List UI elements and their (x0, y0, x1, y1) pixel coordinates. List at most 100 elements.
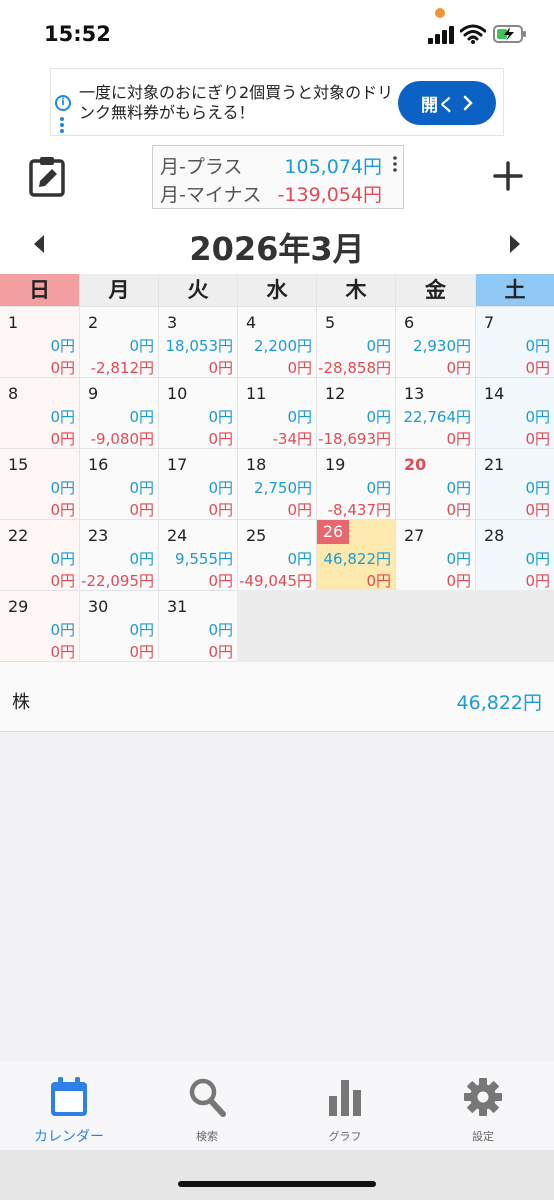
day-cell[interactable]: 15 0円 0円 (0, 449, 79, 519)
day-cell[interactable]: 10 0円 0円 (159, 378, 237, 448)
day-cell[interactable]: 17 0円 0円 (159, 449, 237, 519)
day-minus-value: -9,080円 (90, 430, 154, 448)
day-plus-value: 0円 (446, 479, 471, 497)
day-cell[interactable]: 4 2,200円 0円 (238, 307, 316, 377)
day-plus-value: 0円 (208, 408, 233, 426)
day-cell[interactable]: 30 0円 0円 (80, 591, 158, 661)
day-number: 28 (484, 526, 505, 545)
day-cell[interactable]: 14 0円 0円 (476, 378, 554, 448)
plus-icon[interactable] (492, 160, 524, 192)
day-cell[interactable]: 3 18,053円 0円 (159, 307, 237, 377)
day-plus-value: 9,555円 (175, 550, 233, 568)
month-title: 2026年3月 (189, 230, 365, 268)
summary-minus-label: 月-マイナス (160, 184, 262, 206)
day-number: 27 (404, 526, 425, 545)
day-cell[interactable]: 18 2,750円 0円 (238, 449, 316, 519)
weekday-header: 土 (476, 274, 554, 306)
day-plus-value: 0円 (366, 337, 391, 355)
summary-minus-value: -139,054円 (277, 184, 382, 206)
day-minus-value: 0円 (446, 430, 471, 448)
battery-charging-icon (493, 25, 526, 43)
day-minus-value: 0円 (50, 643, 75, 661)
day-plus-value: 0円 (50, 479, 75, 497)
day-number: 11 (246, 384, 267, 403)
day-minus-value: 0円 (208, 430, 233, 448)
day-minus-value: 0円 (50, 501, 75, 519)
day-cell[interactable]: 9 0円 -9,080円 (80, 378, 158, 448)
clipboard-edit-icon[interactable] (28, 155, 66, 197)
day-number: 5 (325, 313, 336, 332)
detail-list-item[interactable]: 株 46,822円 (0, 662, 554, 732)
detail-value: 46,822円 (456, 692, 542, 714)
day-cell[interactable]: 19 0円 -8,437円 (317, 449, 395, 519)
day-cell[interactable]: 29 0円 0円 (0, 591, 79, 661)
tab-calendar[interactable]: カレンダー (0, 1062, 138, 1150)
day-minus-value: 0円 (525, 430, 550, 448)
more-vertical-icon[interactable] (60, 117, 64, 133)
ad-open-button[interactable]: 開く (398, 81, 496, 125)
day-cell[interactable]: 8 0円 0円 (0, 378, 79, 448)
day-cell[interactable]: 21 0円 0円 (476, 449, 554, 519)
day-plus-value: 46,822円 (323, 550, 392, 568)
day-cell[interactable]: 28 0円 0円 (476, 520, 554, 590)
tab-settings[interactable]: 設定 (414, 1062, 552, 1150)
day-cell[interactable]: 2 0円 -2,812円 (80, 307, 158, 377)
day-minus-value: 0円 (129, 501, 154, 519)
day-cell[interactable]: 11 0円 -34円 (238, 378, 316, 448)
day-minus-value: 0円 (287, 359, 312, 377)
day-number: 23 (88, 526, 109, 545)
summary-minus-row: 月-マイナス -139,054円 (160, 180, 396, 208)
day-cell[interactable]: 26 46,822円 0円 (317, 520, 395, 590)
summary-plus-row: 月-プラス 105,074円 (160, 152, 396, 180)
day-cell[interactable]: 1 0円 0円 (0, 307, 79, 377)
status-time: 15:52 (44, 22, 111, 46)
day-minus-value: -49,045円 (239, 572, 312, 590)
day-cell[interactable]: 25 0円 -49,045円 (238, 520, 316, 590)
day-plus-value: 0円 (446, 550, 471, 568)
day-cell[interactable]: 12 0円 -18,693円 (317, 378, 395, 448)
day-number: 21 (484, 455, 505, 474)
home-indicator[interactable] (178, 1181, 376, 1187)
tab-label: 設定 (472, 1130, 494, 1143)
day-cell[interactable]: 20 0円 0円 (396, 449, 475, 519)
day-plus-value: 0円 (50, 621, 75, 639)
info-icon[interactable]: i (55, 95, 71, 111)
day-minus-value: -8,437円 (327, 501, 391, 519)
day-minus-value: 0円 (208, 643, 233, 661)
day-number: 19 (325, 455, 346, 474)
day-minus-value: 0円 (50, 572, 75, 590)
weekday-header: 金 (396, 274, 475, 306)
home-indicator-area (0, 1150, 554, 1200)
day-cell[interactable]: 5 0円 -28,858円 (317, 307, 395, 377)
chevron-right-icon (463, 95, 473, 111)
calendar-grid: 日月火水木金土 1 0円 0円 2 0円 -2,812円 3 18,053円 0円 4 2,200円 0… (0, 274, 554, 662)
day-plus-value: 2,750円 (254, 479, 312, 497)
day-plus-value: 0円 (525, 479, 550, 497)
tab-graph[interactable]: グラフ (276, 1062, 414, 1150)
day-cell[interactable]: 6 2,930円 0円 (396, 307, 475, 377)
day-cell[interactable]: 23 0円 -22,095円 (80, 520, 158, 590)
day-cell[interactable]: 24 9,555円 0円 (159, 520, 237, 590)
day-number: 1 (8, 313, 19, 332)
recording-dot-icon (435, 8, 445, 18)
more-vertical-icon[interactable] (393, 156, 397, 172)
day-cell[interactable]: 22 0円 0円 (0, 520, 79, 590)
monthly-summary[interactable]: 月-プラス 105,074円 月-マイナス -139,054円 (152, 145, 404, 209)
day-cell[interactable]: 31 0円 0円 (159, 591, 237, 661)
wifi-icon (460, 24, 486, 44)
day-minus-value: -34円 (272, 430, 313, 448)
day-cell[interactable]: 16 0円 0円 (80, 449, 158, 519)
day-number: 30 (88, 597, 109, 616)
ad-banner[interactable]: i 一度に対象のおにぎり2個買うと対象のドリンク無料券がもらえる！ 開く (50, 68, 504, 136)
empty-day-cell (237, 590, 316, 662)
day-plus-value: 0円 (366, 479, 391, 497)
day-cell[interactable]: 13 22,764円 0円 (396, 378, 475, 448)
tab-search[interactable]: 検索 (138, 1062, 276, 1150)
day-number: 12 (325, 384, 346, 403)
day-cell[interactable]: 7 0円 0円 (476, 307, 554, 377)
day-minus-value: 0円 (50, 430, 75, 448)
day-number: 26 (317, 520, 349, 544)
day-number: 29 (8, 597, 29, 616)
next-month-icon[interactable] (508, 234, 522, 254)
day-cell[interactable]: 27 0円 0円 (396, 520, 475, 590)
